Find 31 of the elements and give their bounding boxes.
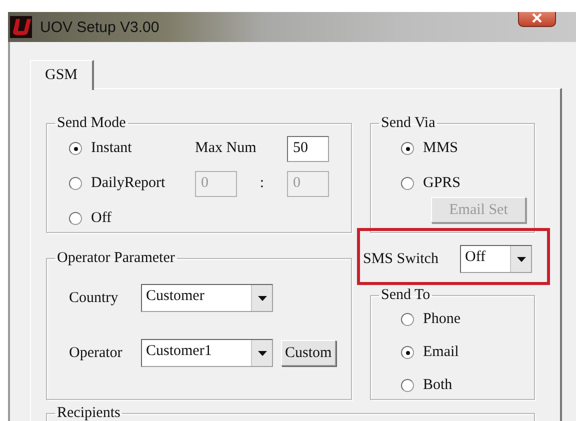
radio-option[interactable]: Off [69, 210, 112, 227]
group-title: Send Via [380, 115, 436, 131]
radio-option[interactable]: Email [401, 344, 459, 361]
radio-option[interactable]: Phone [401, 311, 460, 328]
close-button[interactable] [518, 12, 556, 27]
dropdown-arrow-icon [258, 296, 266, 300]
group-title: Send Mode [56, 115, 127, 131]
custom-button[interactable]: Custom [281, 340, 336, 366]
field-label: Max Num [195, 140, 258, 157]
dropdown-arrow-icon [258, 350, 266, 356]
field-label: Operator [69, 344, 124, 362]
radio-option[interactable]: GPRS [401, 175, 461, 192]
input-field[interactable]: 50 [287, 136, 329, 162]
group-title: Operator Parameter [56, 250, 176, 266]
field-label: SMS Switch [363, 250, 440, 268]
close-icon [531, 13, 543, 23]
window-title: UOV Setup V3.00 [40, 18, 160, 36]
group-title: Recipients [56, 405, 122, 421]
radio-option[interactable]: MMS [401, 140, 458, 157]
time-separator: : [258, 175, 266, 192]
dropdown[interactable]: Off [460, 245, 532, 273]
radio-option[interactable]: DailyReport [69, 175, 166, 192]
radio-option[interactable]: Instant [69, 140, 132, 157]
field-label: Country [69, 290, 120, 306]
group-title: Send To [380, 287, 432, 303]
logo-icon [10, 16, 32, 38]
tab[interactable]: GSM [30, 60, 94, 90]
radio-option[interactable]: Both [401, 377, 452, 394]
dropdown-arrow-icon [516, 256, 526, 262]
dropdown[interactable]: Customer [141, 284, 273, 312]
dropdown[interactable]: Customer1 [141, 339, 273, 367]
